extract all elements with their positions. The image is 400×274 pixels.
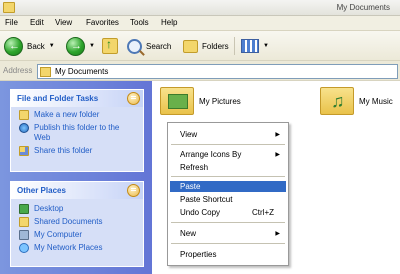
chevron-down-icon: ▼: [263, 43, 269, 49]
menu-item-paste-shortcut[interactable]: Paste Shortcut: [170, 194, 286, 205]
toolbar: ← Back ▼ → ▼ ↑ Search Folders ▼: [0, 31, 400, 61]
link-label: Shared Documents: [34, 217, 103, 226]
search-label: Search: [146, 41, 172, 51]
folder-label: My Music: [359, 96, 393, 106]
window-title: My Documents: [336, 3, 390, 12]
up-folder-icon: ↑: [102, 37, 118, 54]
other-places-panel: Other Places Desktop Shared Documents My…: [10, 181, 144, 267]
menu-item-label: Paste: [180, 182, 201, 191]
music-folder-icon: ♫: [320, 87, 354, 115]
back-arrow-icon: ←: [4, 36, 23, 56]
menu-separator: [171, 144, 285, 145]
forward-arrow-icon: →: [66, 36, 85, 56]
desktop-icon: [19, 204, 29, 214]
folders-icon: [183, 39, 198, 53]
my-network-places-link[interactable]: My Network Places: [19, 243, 143, 253]
task-pane: File and Folder Tasks Make a new folder …: [0, 81, 152, 274]
submenu-arrow-icon: ▶: [275, 231, 280, 237]
panel-title: Other Places: [17, 186, 66, 195]
chevron-down-icon: ▼: [48, 43, 55, 49]
address-field[interactable]: My Documents: [37, 64, 398, 79]
views-button[interactable]: ▼: [241, 35, 269, 57]
menu-file[interactable]: File: [5, 18, 18, 27]
menu-item-paste[interactable]: Paste: [170, 181, 286, 192]
toolbar-divider: [234, 37, 235, 55]
shared-folder-icon: [19, 217, 29, 227]
menu-separator: [171, 222, 285, 223]
menu-favorites[interactable]: Favorites: [86, 18, 119, 27]
folder-icon: [3, 2, 15, 13]
link-label: Make a new folder: [34, 110, 100, 119]
desktop-link[interactable]: Desktop: [19, 204, 143, 214]
folders-label: Folders: [202, 41, 229, 51]
globe-icon: [19, 123, 29, 133]
chevron-down-icon: ▼: [89, 43, 95, 49]
share-folder-link[interactable]: Share this folder: [19, 146, 143, 156]
share-folder-icon: [19, 146, 29, 156]
menu-item-properties[interactable]: Properties: [170, 249, 286, 260]
link-label: Desktop: [34, 204, 64, 213]
panel-header[interactable]: Other Places: [11, 182, 143, 199]
menu-item-undo-copy[interactable]: Undo Copy Ctrl+Z: [170, 207, 286, 218]
menu-item-label: Paste Shortcut: [180, 195, 233, 204]
new-folder-icon: [19, 110, 29, 120]
collapse-icon[interactable]: [127, 184, 140, 197]
link-label: My Network Places: [34, 243, 103, 252]
menu-item-label: View: [180, 130, 198, 139]
shortcut-label: Ctrl+Z: [252, 208, 274, 217]
folder-my-music[interactable]: ♫ My Music: [320, 87, 393, 115]
back-label: Back: [27, 41, 45, 51]
menu-item-new[interactable]: New ▶: [170, 228, 286, 239]
computer-icon: [19, 230, 29, 240]
menu-tools[interactable]: Tools: [130, 18, 149, 27]
menu-edit[interactable]: Edit: [30, 18, 44, 27]
make-new-folder-link[interactable]: Make a new folder: [19, 110, 143, 120]
address-value: My Documents: [55, 67, 109, 76]
menu-separator: [171, 243, 285, 244]
folder-icon: [40, 66, 51, 77]
link-label: Publish this folder to the Web: [34, 123, 120, 142]
panel-title: File and Folder Tasks: [17, 94, 99, 103]
back-button[interactable]: ← Back ▼: [4, 35, 55, 57]
menu-bar: File Edit View Favorites Tools Help: [0, 16, 400, 31]
search-button[interactable]: Search: [127, 35, 171, 57]
publish-folder-link[interactable]: Publish this folder to the Web: [19, 123, 143, 143]
menu-help[interactable]: Help: [161, 18, 177, 27]
submenu-arrow-icon: ▶: [275, 132, 280, 138]
collapse-icon[interactable]: [127, 92, 140, 105]
link-label: Share this folder: [34, 146, 93, 155]
menu-item-label: Undo Copy: [180, 208, 221, 217]
menu-view[interactable]: View: [55, 18, 72, 27]
forward-button[interactable]: → ▼: [66, 35, 95, 57]
up-folder-button[interactable]: ↑: [102, 35, 118, 57]
context-menu: View ▶ Arrange Icons By ▶ Refresh Paste …: [167, 122, 289, 266]
views-icon: [241, 39, 259, 53]
menu-separator: [171, 176, 285, 177]
search-icon: [127, 38, 142, 54]
panel-header[interactable]: File and Folder Tasks: [11, 90, 143, 107]
folders-button[interactable]: Folders: [183, 35, 229, 57]
shared-documents-link[interactable]: Shared Documents: [19, 217, 143, 227]
menu-item-label: Arrange Icons By: [180, 150, 242, 159]
file-folder-tasks-panel: File and Folder Tasks Make a new folder …: [10, 89, 144, 172]
menu-item-arrange-icons-by[interactable]: Arrange Icons By ▶: [170, 149, 286, 160]
network-icon: [19, 243, 29, 253]
folder-label: My Pictures: [199, 96, 241, 106]
link-label: My Computer: [34, 230, 83, 239]
address-label: Address: [3, 66, 33, 75]
menu-item-label: Properties: [180, 250, 217, 259]
pictures-folder-icon: [160, 87, 194, 115]
title-bar: My Documents: [0, 0, 400, 16]
submenu-arrow-icon: ▶: [275, 152, 280, 158]
address-bar: Address My Documents: [0, 61, 400, 81]
menu-item-refresh[interactable]: Refresh: [170, 162, 286, 173]
folder-my-pictures[interactable]: My Pictures: [160, 87, 241, 115]
menu-item-view[interactable]: View ▶: [170, 129, 286, 140]
my-computer-link[interactable]: My Computer: [19, 230, 143, 240]
menu-item-label: New: [180, 229, 197, 238]
menu-item-label: Refresh: [180, 163, 209, 172]
